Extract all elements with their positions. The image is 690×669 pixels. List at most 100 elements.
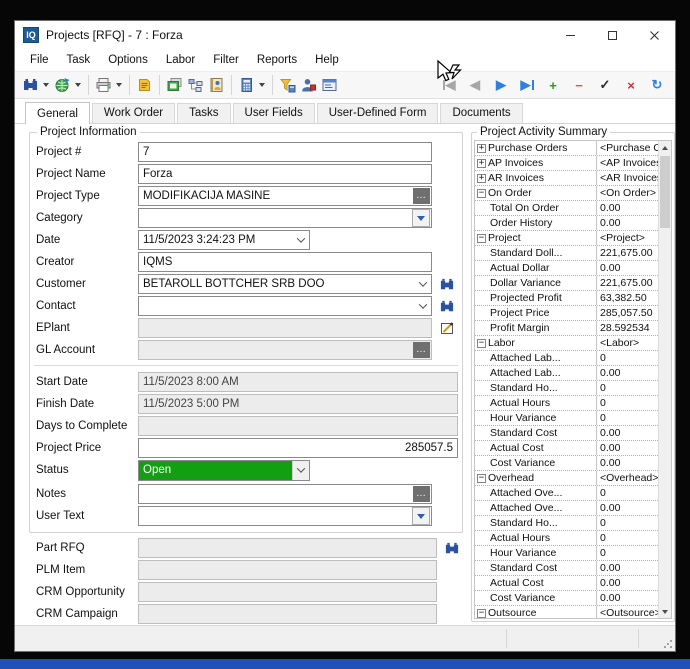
- user-security-button[interactable]: [298, 73, 319, 97]
- collapse-icon[interactable]: −: [477, 609, 486, 618]
- tree-row[interactable]: Actual Hours0: [475, 531, 658, 546]
- project-number-input[interactable]: [138, 142, 432, 162]
- tree-row[interactable]: Attached Ove...0: [475, 486, 658, 501]
- menu-item-labor[interactable]: Labor: [157, 51, 204, 69]
- tree-row[interactable]: Actual Cost0.00: [475, 441, 658, 456]
- last-record-button[interactable]: ▶: [514, 77, 540, 93]
- creator-input[interactable]: [138, 252, 432, 272]
- tree-row[interactable]: Hour Variance0: [475, 546, 658, 561]
- customer-search-binoculars-icon[interactable]: [439, 277, 455, 292]
- user-text-input[interactable]: [138, 506, 432, 526]
- menu-item-help[interactable]: Help: [306, 51, 348, 69]
- cancel-edit-button[interactable]: ×: [618, 77, 644, 93]
- insert-record-button[interactable]: +: [540, 77, 566, 93]
- category-input[interactable]: [138, 208, 432, 228]
- part-rfq-search-binoculars-icon[interactable]: [444, 541, 460, 556]
- grid-scrollbar[interactable]: [658, 141, 671, 618]
- web-refresh-dropdown-icon[interactable]: [75, 83, 81, 87]
- title-bar[interactable]: IQ Projects [RFQ] - 7 : Forza: [15, 21, 675, 49]
- filter-calculator-button[interactable]: [277, 73, 298, 97]
- scroll-up-arrow-icon[interactable]: [659, 141, 671, 154]
- notes-ellipsis-button[interactable]: …: [413, 486, 430, 502]
- tree-row[interactable]: −On Order<On Order>: [475, 186, 658, 201]
- menu-item-file[interactable]: File: [21, 51, 58, 69]
- web-refresh-button[interactable]: [52, 73, 73, 97]
- expand-icon[interactable]: +: [477, 144, 486, 153]
- expand-icon[interactable]: +: [477, 174, 486, 183]
- notes-input[interactable]: [138, 484, 432, 504]
- next-record-button[interactable]: ▶: [488, 77, 514, 93]
- print-dropdown-icon[interactable]: [116, 83, 122, 87]
- calculator-button[interactable]: [236, 73, 257, 97]
- tree-row[interactable]: Cost Variance0.00: [475, 456, 658, 471]
- contact-search-binoculars-icon[interactable]: [439, 299, 455, 314]
- tree-row[interactable]: Actual Dollar0.00: [475, 261, 658, 276]
- tree-row[interactable]: Actual Cost0.00: [475, 576, 658, 591]
- project-price-input[interactable]: [138, 438, 458, 458]
- find-dropdown-icon[interactable]: [43, 83, 49, 87]
- print-button[interactable]: [93, 73, 114, 97]
- customer-combo[interactable]: BETAROLL BOTTCHER SRB DOO: [138, 274, 432, 294]
- project-type-input[interactable]: [138, 186, 432, 206]
- tab-user-defined-form[interactable]: User-Defined Form: [317, 103, 439, 123]
- chevron-down-icon[interactable]: [293, 231, 309, 249]
- tab-documents[interactable]: Documents: [440, 103, 522, 123]
- find-button[interactable]: [20, 73, 41, 97]
- chevron-down-icon[interactable]: [415, 297, 431, 315]
- prior-record-button[interactable]: ◀: [462, 77, 488, 93]
- menu-item-filter[interactable]: Filter: [204, 51, 248, 69]
- tree-row[interactable]: +AR Invoices<AR Invoices>: [475, 171, 658, 186]
- contacts-button[interactable]: [206, 73, 227, 97]
- tree-row[interactable]: −Project<Project>: [475, 231, 658, 246]
- collapse-icon[interactable]: −: [477, 189, 486, 198]
- close-button[interactable]: [633, 21, 675, 49]
- collapse-icon[interactable]: −: [477, 339, 486, 348]
- tree-row[interactable]: Hour Variance0: [475, 411, 658, 426]
- tree-row[interactable]: Actual Hours0: [475, 396, 658, 411]
- tree-row[interactable]: −Outsource<Outsource>: [475, 606, 658, 619]
- category-dropdown-button[interactable]: [412, 209, 430, 227]
- tree-row[interactable]: Standard Ho...0: [475, 381, 658, 396]
- gl-account-ellipsis-button[interactable]: …: [413, 342, 430, 358]
- calculator-dropdown-icon[interactable]: [259, 83, 265, 87]
- refresh-record-button[interactable]: ↻: [644, 77, 670, 93]
- resize-grip[interactable]: [663, 639, 673, 649]
- tree-row[interactable]: +Purchase Orders<Purchase Ord: [475, 141, 658, 156]
- expand-icon[interactable]: +: [477, 159, 486, 168]
- tree-row[interactable]: −Labor<Labor>: [475, 336, 658, 351]
- delete-record-button[interactable]: −: [566, 77, 592, 93]
- user-text-dropdown-button[interactable]: [412, 507, 430, 525]
- tab-work-order[interactable]: Work Order: [92, 103, 175, 123]
- collapse-icon[interactable]: −: [477, 474, 486, 483]
- scroll-down-arrow-icon[interactable]: [659, 605, 671, 618]
- tree-row[interactable]: Standard Cost0.00: [475, 561, 658, 576]
- workflow-button[interactable]: [185, 73, 206, 97]
- tree-row[interactable]: Standard Cost0.00: [475, 426, 658, 441]
- date-combo[interactable]: 11/5/2023 3:24:23 PM: [138, 230, 310, 250]
- tree-row[interactable]: Standard Ho...0: [475, 516, 658, 531]
- tree-row[interactable]: Order History0.00: [475, 216, 658, 231]
- tab-tasks[interactable]: Tasks: [177, 103, 230, 123]
- tree-row[interactable]: Attached Lab...0.00: [475, 366, 658, 381]
- contact-combo[interactable]: [138, 296, 432, 316]
- menu-item-task[interactable]: Task: [58, 51, 100, 69]
- menu-item-reports[interactable]: Reports: [248, 51, 306, 69]
- chevron-down-icon[interactable]: [292, 461, 309, 480]
- tree-row[interactable]: Attached Ove...0.00: [475, 501, 658, 516]
- tree-row[interactable]: Standard Doll...221,675.00: [475, 246, 658, 261]
- tree-row[interactable]: Projected Profit63,382.50: [475, 291, 658, 306]
- tree-row[interactable]: Profit Margin28.592534: [475, 321, 658, 336]
- chevron-down-icon[interactable]: [415, 275, 431, 293]
- project-name-input[interactable]: [138, 164, 432, 184]
- tree-row[interactable]: Attached Lab...0: [475, 351, 658, 366]
- tree-row[interactable]: Project Price285,057.50: [475, 306, 658, 321]
- status-combo[interactable]: Open: [138, 460, 310, 481]
- tab-user-fields[interactable]: User Fields: [233, 103, 315, 123]
- minimize-button[interactable]: [549, 21, 591, 49]
- form-view-button[interactable]: [319, 73, 340, 97]
- tree-row[interactable]: +AP Invoices<AP Invoices>: [475, 156, 658, 171]
- menu-item-options[interactable]: Options: [99, 51, 157, 69]
- eplant-edit-icon[interactable]: [440, 321, 455, 336]
- tree-row[interactable]: Dollar Variance221,675.00: [475, 276, 658, 291]
- tab-general[interactable]: General: [25, 102, 90, 124]
